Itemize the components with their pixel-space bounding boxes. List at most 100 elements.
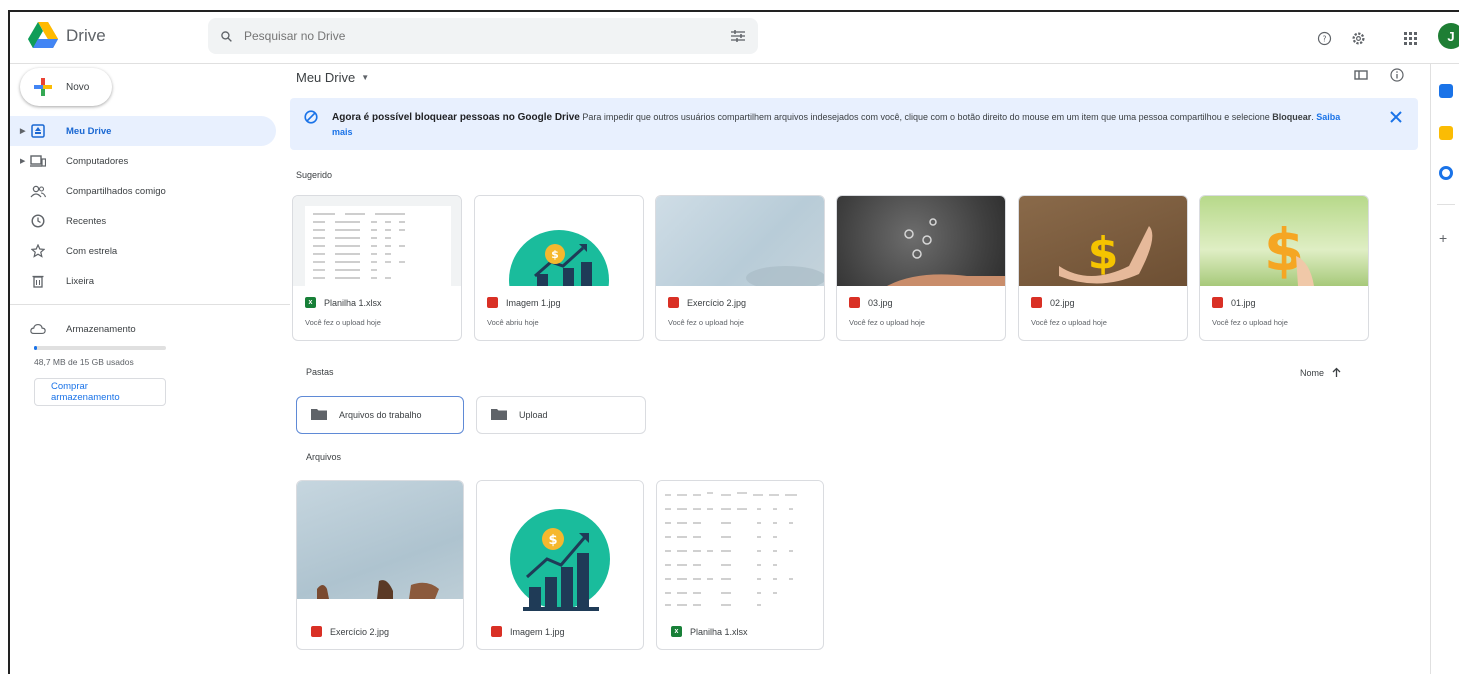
buy-storage-button[interactable]: Comprar armazenamento bbox=[34, 378, 166, 406]
image-thumbnail: $ bbox=[477, 481, 643, 613]
storage-section: Armazenamento bbox=[10, 314, 276, 344]
drive-logo[interactable]: Drive bbox=[28, 22, 106, 49]
file-name: Imagem 1.jpg bbox=[487, 297, 561, 308]
image-file-icon bbox=[491, 626, 502, 637]
sort-label: Nome bbox=[1300, 368, 1325, 378]
sidebar-divider bbox=[10, 304, 290, 305]
calendar-icon[interactable] bbox=[1439, 84, 1453, 98]
sheets-file-icon: x bbox=[305, 297, 316, 308]
view-actions bbox=[1354, 68, 1404, 87]
sidebar-item-recent[interactable]: Recentes bbox=[10, 206, 276, 236]
sidebar-item-label: Meu Drive bbox=[66, 125, 112, 137]
file-card[interactable]: Exercício 2.jpg bbox=[296, 480, 464, 650]
new-button[interactable]: Novo bbox=[20, 68, 112, 106]
tasks-icon[interactable] bbox=[1439, 166, 1453, 180]
buy-storage-line1: Comprar bbox=[51, 381, 88, 392]
sidebar-item-label: Armazenamento bbox=[66, 323, 136, 335]
sidebar-item-label: Computadores bbox=[66, 155, 129, 167]
svg-text:$: $ bbox=[551, 248, 559, 261]
image-thumbnail bbox=[656, 196, 824, 286]
buy-storage-line2: armazenamento bbox=[51, 392, 120, 403]
page-title: Meu Drive bbox=[296, 70, 356, 85]
new-button-label: Novo bbox=[66, 81, 90, 93]
sort-control[interactable]: Nome bbox=[1300, 367, 1341, 379]
suggested-card[interactable]: $ Imagem 1.jpg Você abriu hoje bbox=[474, 195, 644, 341]
rail-divider bbox=[1437, 204, 1455, 205]
banner-text: Agora é possível bloquear pessoas no Goo… bbox=[332, 112, 1341, 137]
app-name: Drive bbox=[66, 25, 106, 45]
image-file-icon bbox=[311, 626, 322, 637]
drive-window: Drive ? bbox=[8, 10, 1459, 674]
banner-bold-word: Bloquear bbox=[1272, 112, 1312, 122]
folder-name: Arquivos do trabalho bbox=[339, 410, 422, 420]
info-banner: Agora é possível bloquear pessoas no Goo… bbox=[290, 98, 1418, 150]
add-addon-icon[interactable]: + bbox=[1439, 230, 1447, 246]
expand-caret-icon[interactable]: ▶ bbox=[20, 127, 25, 135]
suggested-card[interactable]: $ 02.jpg Você fez o upload hoje bbox=[1018, 195, 1188, 341]
search-options-icon[interactable] bbox=[718, 30, 758, 42]
image-file-icon bbox=[849, 297, 860, 308]
suggested-card[interactable]: 03.jpg Você fez o upload hoje bbox=[836, 195, 1006, 341]
list-view-icon[interactable] bbox=[1354, 68, 1368, 87]
help-icon[interactable]: ? bbox=[1310, 24, 1338, 52]
suggested-card[interactable]: Exercício 2.jpg Você fez o upload hoje bbox=[655, 195, 825, 341]
breadcrumb[interactable]: Meu Drive ▼ bbox=[296, 70, 369, 85]
folder-icon bbox=[491, 408, 507, 422]
image-thumbnail: $ bbox=[1200, 196, 1368, 286]
suggested-heading: Sugerido bbox=[296, 170, 333, 180]
sidebar-item-my-drive[interactable]: ▶ Meu Drive bbox=[10, 116, 276, 146]
sidebar-item-starred[interactable]: Com estrela bbox=[10, 236, 276, 266]
block-icon bbox=[304, 110, 318, 129]
shared-icon bbox=[30, 183, 46, 199]
file-name: 02.jpg bbox=[1031, 297, 1075, 308]
star-icon bbox=[30, 243, 46, 259]
sidebar-item-shared[interactable]: Compartilhados comigo bbox=[10, 176, 276, 206]
search-bar[interactable] bbox=[208, 18, 758, 54]
close-icon[interactable] bbox=[1390, 110, 1402, 128]
search-icon[interactable] bbox=[208, 30, 244, 43]
keep-icon[interactable] bbox=[1439, 126, 1453, 140]
file-card[interactable]: x Planilha 1.xlsx bbox=[656, 480, 824, 650]
file-card[interactable]: $ Imagem 1.jpg bbox=[476, 480, 644, 650]
image-file-icon bbox=[1212, 297, 1223, 308]
file-name: Exercício 2.jpg bbox=[311, 626, 389, 637]
arrow-up-icon[interactable] bbox=[1332, 367, 1341, 379]
gear-icon[interactable] bbox=[1344, 24, 1372, 52]
banner-body: Para impedir que outros usuários compart… bbox=[582, 112, 1270, 122]
sheets-file-icon: x bbox=[671, 626, 682, 637]
expand-caret-icon[interactable]: ▶ bbox=[20, 157, 25, 165]
file-name: Exercício 2.jpg bbox=[668, 297, 746, 308]
folder-item[interactable]: Upload bbox=[476, 396, 646, 434]
chevron-down-icon[interactable]: ▼ bbox=[361, 73, 369, 82]
image-thumbnail: $ bbox=[475, 196, 643, 286]
sidebar-item-trash[interactable]: Lixeira bbox=[10, 266, 276, 296]
file-activity: Você abriu hoje bbox=[487, 318, 539, 327]
file-name: 01.jpg bbox=[1212, 297, 1256, 308]
apps-grid-icon[interactable] bbox=[1396, 24, 1424, 52]
cloud-icon bbox=[30, 321, 46, 337]
image-file-icon bbox=[668, 297, 679, 308]
sidebar-item-label: Com estrela bbox=[66, 245, 118, 257]
spreadsheet-thumbnail bbox=[293, 196, 461, 286]
header-actions: ? bbox=[1310, 24, 1424, 52]
drive-logo-icon bbox=[28, 22, 58, 48]
computer-icon bbox=[30, 153, 46, 169]
sidebar-item-storage[interactable]: Armazenamento bbox=[10, 314, 276, 344]
folder-item[interactable]: Arquivos do trabalho bbox=[296, 396, 464, 434]
avatar[interactable]: J bbox=[1438, 23, 1459, 49]
file-activity: Você fez o upload hoje bbox=[1212, 318, 1288, 327]
file-name: x Planilha 1.xlsx bbox=[671, 626, 748, 637]
clock-icon bbox=[30, 213, 46, 229]
svg-text:$: $ bbox=[548, 533, 557, 548]
svg-text:?: ? bbox=[1322, 34, 1326, 43]
storage-usage: 48,7 MB de 15 GB usados bbox=[34, 357, 134, 367]
file-name: Imagem 1.jpg bbox=[491, 626, 565, 637]
suggested-card[interactable]: x Planilha 1.xlsx Você fez o upload hoje bbox=[292, 195, 462, 341]
sidebar-item-computers[interactable]: ▶ Computadores bbox=[10, 146, 276, 176]
info-icon[interactable] bbox=[1390, 68, 1404, 87]
svg-text:$: $ bbox=[1088, 228, 1119, 279]
file-activity: Você fez o upload hoje bbox=[305, 318, 381, 327]
suggested-card[interactable]: $ 01.jpg Você fez o upload hoje bbox=[1199, 195, 1369, 341]
storage-bar-fill bbox=[34, 346, 37, 350]
search-input[interactable] bbox=[244, 29, 718, 43]
